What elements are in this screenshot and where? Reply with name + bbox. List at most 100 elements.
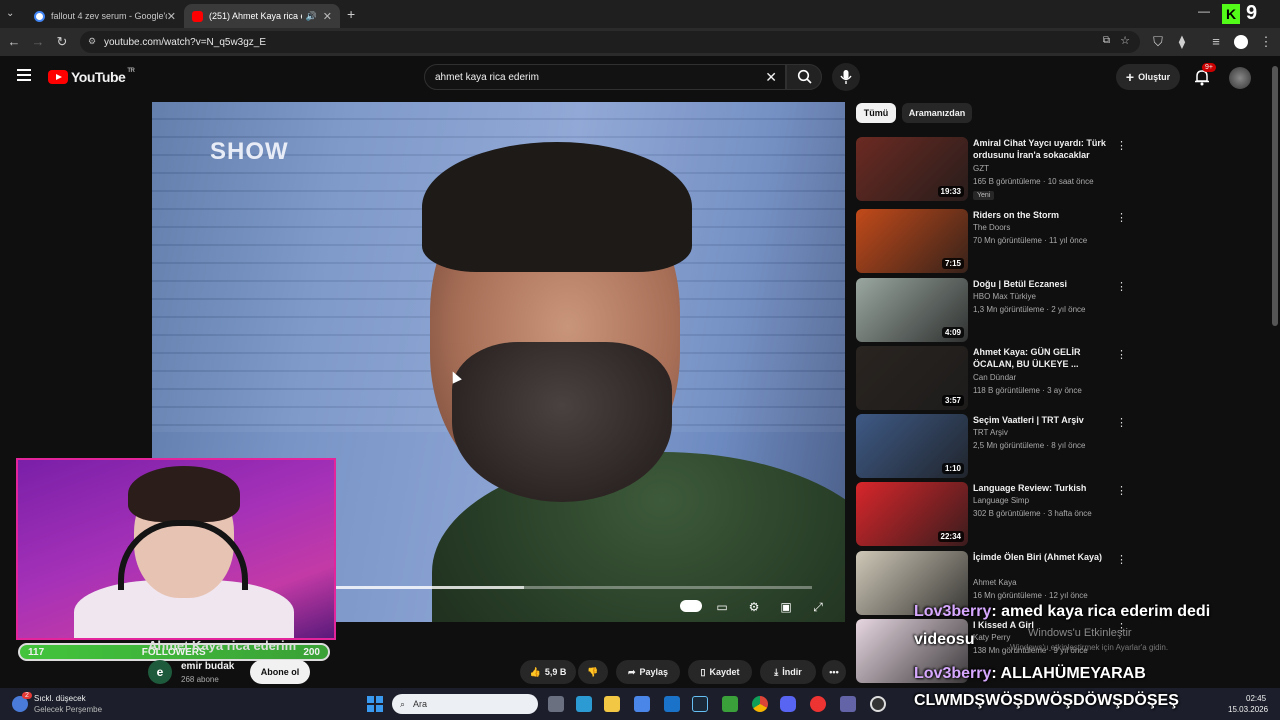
channel-name[interactable]: The Doors: [973, 223, 1010, 232]
more-options-icon[interactable]: ⋮: [1116, 348, 1127, 361]
subtitles-icon[interactable]: ▭: [714, 600, 730, 614]
tab-google[interactable]: fallout 4 zev serum - Google'da ✕: [26, 4, 184, 28]
hamburger-menu-icon[interactable]: [17, 69, 31, 81]
search-button[interactable]: [786, 64, 822, 90]
scrollbar-thumb[interactable]: [1272, 66, 1278, 326]
subscribe-button[interactable]: Abone ol: [250, 660, 310, 684]
youtube-logo[interactable]: YouTube TR: [48, 68, 135, 85]
video-thumbnail[interactable]: 1:10: [856, 414, 968, 478]
channel-name[interactable]: TRT Arşiv: [973, 428, 1008, 437]
channel-name[interactable]: Katy Perry: [973, 633, 1010, 642]
like-button[interactable]: 👍 5,9 B: [520, 660, 576, 684]
channel-name[interactable]: Language Simp: [973, 496, 1029, 505]
page-scrollbar[interactable]: [1270, 56, 1280, 688]
tab-search-icon[interactable]: ⌄: [6, 8, 14, 19]
taskbar-search[interactable]: ⌕ Ara: [392, 694, 538, 714]
windows-start-icon[interactable]: [367, 696, 383, 712]
video-title-link[interactable]: Riders on the Storm: [973, 209, 1113, 221]
theater-mode-icon[interactable]: ▣: [778, 600, 794, 614]
speaker-icon[interactable]: 🔊: [306, 11, 317, 22]
menu-icon[interactable]: ⋮: [1258, 34, 1274, 50]
save-button[interactable]: ▯ Kaydet: [688, 660, 752, 684]
recommended-video[interactable]: 7:15 Riders on the Storm The Doors 70 Mn gö…: [856, 209, 1127, 273]
video-title-link[interactable]: Doğu | Betül Eczanesi: [973, 278, 1113, 290]
install-icon[interactable]: ⧉: [1103, 35, 1110, 46]
chat-text: : amed kaya rica ederim dedi: [991, 603, 1211, 620]
channel-avatar[interactable]: e: [148, 660, 172, 684]
video-title-link[interactable]: Language Review: Turkish: [973, 482, 1113, 494]
chip-label: Aramanızdan: [908, 108, 966, 118]
download-button[interactable]: ⤓ İndir: [760, 660, 816, 684]
forward-icon[interactable]: →: [30, 34, 46, 49]
settings-gear-icon[interactable]: ⚙: [746, 600, 762, 614]
channel-name[interactable]: Ahmet Kaya: [973, 578, 1017, 587]
recommended-video[interactable]: 19:33 Amiral Cihat Yaycı uyardı: Türk ord…: [856, 137, 1127, 201]
thumbs-up-icon: 👍: [529, 666, 541, 677]
close-icon[interactable]: ✕: [167, 10, 176, 23]
video-thumbnail[interactable]: 3:57: [856, 346, 968, 410]
new-tab-button[interactable]: +: [347, 6, 355, 22]
extensions-icon[interactable]: ⧫: [1174, 34, 1190, 50]
search-input[interactable]: ahmet kaya rica ederim ✕: [424, 64, 786, 90]
recommended-video[interactable]: 22:34 Language Review: Turkish Language Si…: [856, 482, 1127, 546]
widgets-icon[interactable]: [576, 696, 592, 712]
obs-icon[interactable]: [870, 696, 886, 712]
progress-bar[interactable]: [332, 586, 812, 589]
channel-name[interactable]: HBO Max Türkiye: [973, 292, 1036, 301]
media-player-icon[interactable]: [810, 696, 826, 712]
autoplay-toggle[interactable]: [680, 600, 702, 612]
channel-name[interactable]: emir budak: [181, 661, 234, 672]
avatar[interactable]: [1229, 67, 1251, 89]
bookmark-star-icon[interactable]: ☆: [1120, 34, 1130, 47]
tab-youtube[interactable]: (251) Ahmet Kaya rica eder 🔊 ✕: [184, 4, 340, 28]
profile-icon[interactable]: [1234, 35, 1248, 49]
minimize-button[interactable]: —: [1198, 4, 1210, 18]
xbox-icon[interactable]: [722, 696, 738, 712]
url-input[interactable]: ⚙ youtube.com/watch?v=N_q5w3gz_E ⧉ ☆: [80, 31, 1140, 53]
site-info-icon[interactable]: ⚙: [88, 36, 96, 47]
channel-name[interactable]: GZT: [973, 164, 989, 173]
more-options-icon[interactable]: ⋮: [1116, 280, 1127, 293]
video-thumbnail[interactable]: 7:15: [856, 209, 968, 273]
steam-icon[interactable]: [692, 696, 708, 712]
more-options-icon[interactable]: ⋮: [1116, 484, 1127, 497]
fullscreen-icon[interactable]: ⤢: [810, 600, 826, 614]
voice-search-button[interactable]: [832, 63, 860, 91]
shield-icon[interactable]: ⛉: [1150, 34, 1166, 50]
video-thumbnail[interactable]: 4:09: [856, 278, 968, 342]
recommended-video[interactable]: 4:09 Doğu | Betül Eczanesi HBO Max Türkiye…: [856, 278, 1127, 342]
more-options-icon[interactable]: ⋮: [1116, 211, 1127, 224]
chip-from-search[interactable]: Aramanızdan: [902, 103, 972, 123]
video-title-link[interactable]: İçimde Ölen Biri (Ahmet Kaya): [973, 551, 1113, 563]
share-button[interactable]: ➦ Paylaş: [616, 660, 680, 684]
teams-icon[interactable]: [840, 696, 856, 712]
task-view-icon[interactable]: [548, 696, 564, 712]
back-icon[interactable]: ←: [6, 34, 22, 49]
video-thumbnail[interactable]: 19:33: [856, 137, 968, 201]
outlook-icon[interactable]: [664, 696, 680, 712]
media-icon[interactable]: ≡: [1208, 34, 1224, 49]
video-title-link[interactable]: Amiral Cihat Yaycı uyardı: Türk ordusunu…: [973, 137, 1113, 161]
recommended-video[interactable]: 3:57 Ahmet Kaya: GÜN GELİR ÖCALAN, BU ÜLK…: [856, 346, 1127, 410]
notifications-button[interactable]: 9+: [1194, 63, 1216, 91]
more-options-icon[interactable]: ⋮: [1116, 553, 1127, 566]
create-button[interactable]: + Oluştur: [1116, 64, 1180, 90]
recommended-video[interactable]: 1:10 Seçim Vaatleri | TRT Arşiv TRT Arşiv 2…: [856, 414, 1127, 478]
file-explorer-icon[interactable]: [604, 696, 620, 712]
discord-icon[interactable]: [780, 696, 796, 712]
dislike-button[interactable]: 👎: [578, 660, 608, 684]
video-title-link[interactable]: Seçim Vaatleri | TRT Arşiv: [973, 414, 1113, 426]
chrome-icon[interactable]: [752, 696, 768, 712]
channel-name[interactable]: Can Dündar: [973, 373, 1016, 382]
clear-search-icon[interactable]: ✕: [765, 69, 777, 86]
close-icon[interactable]: ✕: [323, 10, 332, 23]
reload-icon[interactable]: ↻: [54, 34, 70, 50]
video-thumbnail[interactable]: 22:34: [856, 482, 968, 546]
chip-all[interactable]: Tümü: [856, 103, 896, 123]
chat-user: Lov3berry: [914, 665, 992, 682]
more-options-icon[interactable]: ⋮: [1116, 416, 1127, 429]
more-options-icon[interactable]: ⋮: [1116, 139, 1127, 152]
more-actions-button[interactable]: •••: [822, 660, 846, 684]
video-title-link[interactable]: Ahmet Kaya: GÜN GELİR ÖCALAN, BU ÜLKEYE …: [973, 346, 1113, 370]
store-icon[interactable]: [634, 696, 650, 712]
